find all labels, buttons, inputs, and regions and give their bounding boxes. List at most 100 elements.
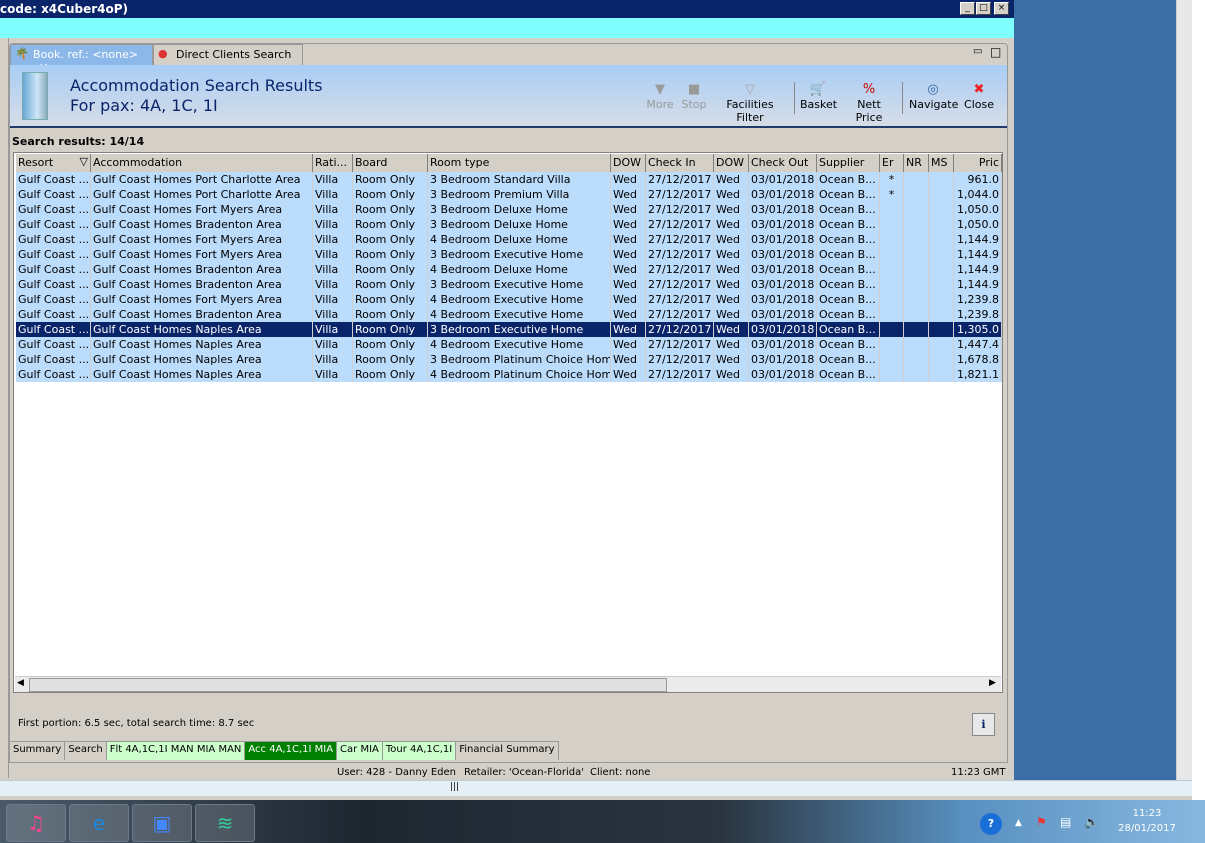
- bottom-tab[interactable]: Flt 4A,1C,1I MAN MIA MAN: [106, 742, 246, 760]
- table-cell: Gulf Coast ...: [18, 352, 91, 367]
- table-cell: 27/12/2017: [646, 292, 714, 307]
- bottom-tab[interactable]: Financial Summary: [456, 742, 559, 760]
- table-cell: Gulf Coast Homes Fort Myers Area: [91, 247, 313, 262]
- vertical-scrollbar[interactable]: [1176, 0, 1192, 780]
- table-row[interactable]: Gulf Coast ... Gulf Coast Homes Port Char…: [16, 187, 1002, 202]
- table-cell: Gulf Coast Homes Port Charlotte Area: [91, 172, 313, 187]
- scroll-right-icon[interactable]: ▶: [989, 678, 996, 688]
- info-button[interactable]: i: [972, 713, 995, 736]
- table-cell: 3 Bedroom Deluxe Home: [428, 202, 611, 217]
- table-cell: 1,305.0: [954, 322, 1002, 337]
- table-cell: Gulf Coast Homes Bradenton Area: [91, 262, 313, 277]
- stop-label: Stop: [681, 98, 707, 111]
- minimize-button[interactable]: _: [960, 2, 975, 15]
- column-header[interactable]: Supplier: [817, 154, 880, 172]
- table-cell: Wed: [714, 352, 749, 367]
- tab-direct-clients-search[interactable]: ● Direct Clients Search: [153, 44, 303, 65]
- stop-button[interactable]: ■ Stop: [680, 82, 708, 111]
- close-window-button[interactable]: ×: [994, 2, 1009, 15]
- scrollbar-thumb[interactable]: [29, 678, 667, 692]
- table-row[interactable]: Gulf Coast ... Gulf Coast Homes Naples Ar…: [16, 367, 1002, 382]
- table-cell: *: [880, 187, 904, 202]
- bottom-tab[interactable]: Acc 4A,1C,1I MIA: [245, 742, 338, 760]
- table-cell: Ocean B...: [817, 352, 880, 367]
- table-row[interactable]: Gulf Coast ... Gulf Coast Homes Fort Myer…: [16, 202, 1002, 217]
- itunes-icon[interactable]: ♫: [6, 804, 66, 842]
- browser-icon[interactable]: e: [69, 804, 129, 842]
- table-cell: Ocean B...: [817, 202, 880, 217]
- column-header[interactable]: Pric: [954, 154, 1002, 172]
- system-clock[interactable]: 11:23 28/01/2017: [1112, 808, 1182, 834]
- table-cell: [929, 217, 954, 232]
- column-header[interactable]: Resort ▽: [16, 154, 91, 172]
- app-icon[interactable]: ≋: [195, 804, 255, 842]
- table-cell: Room Only: [353, 337, 428, 352]
- basket-button[interactable]: 🛒 Basket: [800, 82, 837, 111]
- column-header[interactable]: NR: [904, 154, 929, 172]
- column-header[interactable]: Accommodation: [91, 154, 313, 172]
- column-header[interactable]: MS: [929, 154, 954, 172]
- column-header[interactable]: Board: [353, 154, 428, 172]
- network-icon[interactable]: ▤: [1060, 815, 1071, 829]
- bottom-tab[interactable]: Car MIA: [337, 742, 383, 760]
- table-cell: 4 Bedroom Deluxe Home: [428, 262, 611, 277]
- action-center-flag-icon[interactable]: ⚑: [1036, 815, 1047, 829]
- table-cell: Ocean B...: [817, 277, 880, 292]
- table-cell: [880, 307, 904, 322]
- table-row[interactable]: Gulf Coast ... Gulf Coast Homes Bradenton…: [16, 262, 1002, 277]
- volume-icon[interactable]: 🔈: [1084, 815, 1099, 829]
- table-cell: Villa: [313, 217, 353, 232]
- table-row[interactable]: Gulf Coast ... Gulf Coast Homes Naples Ar…: [16, 322, 1002, 337]
- table-cell: [904, 217, 929, 232]
- table-cell: 27/12/2017: [646, 172, 714, 187]
- column-header[interactable]: DOW: [714, 154, 749, 172]
- help-icon[interactable]: ?: [980, 813, 1002, 835]
- table-row[interactable]: Gulf Coast ... Gulf Coast Homes Bradenton…: [16, 307, 1002, 322]
- remote-desktop-icon[interactable]: ▣: [132, 804, 192, 842]
- table-cell: [929, 352, 954, 367]
- table-cell: Gulf Coast ...: [18, 337, 91, 352]
- column-header[interactable]: Er: [880, 154, 904, 172]
- table-row[interactable]: Gulf Coast ... Gulf Coast Homes Fort Myer…: [16, 247, 1002, 262]
- table-row[interactable]: Gulf Coast ... Gulf Coast Homes Bradenton…: [16, 277, 1002, 292]
- navigate-button[interactable]: ◎ Navigate: [909, 82, 958, 111]
- tab-booking[interactable]: 🌴 Book. ref.: <none> ✕: [10, 44, 153, 74]
- window-horizontal-scrollbar[interactable]: |||: [0, 780, 1192, 796]
- maximize-button[interactable]: □: [976, 2, 991, 15]
- bottom-tab[interactable]: Tour 4A,1C,1I: [382, 742, 457, 760]
- column-header[interactable]: Room type: [428, 154, 611, 172]
- table-cell: Ocean B...: [817, 232, 880, 247]
- table-cell: 1,239.8: [954, 307, 1002, 322]
- table-cell: Wed: [611, 352, 646, 367]
- show-hidden-icons[interactable]: ▲: [1015, 818, 1022, 828]
- table-row[interactable]: Gulf Coast ... Gulf Coast Homes Port Char…: [16, 172, 1002, 187]
- horizontal-scrollbar[interactable]: ◀ ▶: [15, 676, 1001, 692]
- panel-minimize-icon[interactable]: ▭: [973, 46, 982, 57]
- table-cell: Wed: [611, 172, 646, 187]
- facilities-filter-button[interactable]: ▽ Facilities Filter: [714, 82, 786, 124]
- table-cell: Gulf Coast Homes Naples Area: [91, 322, 313, 337]
- bottom-tab[interactable]: Search: [65, 742, 107, 760]
- table-row[interactable]: Gulf Coast ... Gulf Coast Homes Bradenton…: [16, 217, 1002, 232]
- table-row[interactable]: Gulf Coast ... Gulf Coast Homes Naples Ar…: [16, 352, 1002, 367]
- table-cell: [904, 247, 929, 262]
- column-header[interactable]: Check In: [646, 154, 714, 172]
- close-button[interactable]: ✖ Close: [963, 82, 995, 111]
- table-row[interactable]: Gulf Coast ... Gulf Coast Homes Fort Myer…: [16, 232, 1002, 247]
- table-cell: 27/12/2017: [646, 232, 714, 247]
- column-header[interactable]: Rati...: [313, 154, 353, 172]
- more-button[interactable]: ▼ More: [646, 82, 674, 111]
- table-cell: 03/01/2018: [749, 172, 817, 187]
- table-row[interactable]: Gulf Coast ... Gulf Coast Homes Naples Ar…: [16, 337, 1002, 352]
- panel-maximize-icon[interactable]: □: [990, 45, 1001, 59]
- table-cell: Gulf Coast Homes Fort Myers Area: [91, 292, 313, 307]
- bottom-tab[interactable]: Summary: [10, 742, 66, 760]
- table-cell: 1,144.9: [954, 247, 1002, 262]
- column-header[interactable]: Check Out: [749, 154, 817, 172]
- nett-price-button[interactable]: % Nett Price: [843, 82, 895, 124]
- column-header[interactable]: DOW: [611, 154, 646, 172]
- filter-icon[interactable]: ▽: [80, 155, 88, 168]
- table-row[interactable]: Gulf Coast ... Gulf Coast Homes Fort Myer…: [16, 292, 1002, 307]
- table-cell: [904, 292, 929, 307]
- scroll-left-icon[interactable]: ◀: [17, 678, 24, 688]
